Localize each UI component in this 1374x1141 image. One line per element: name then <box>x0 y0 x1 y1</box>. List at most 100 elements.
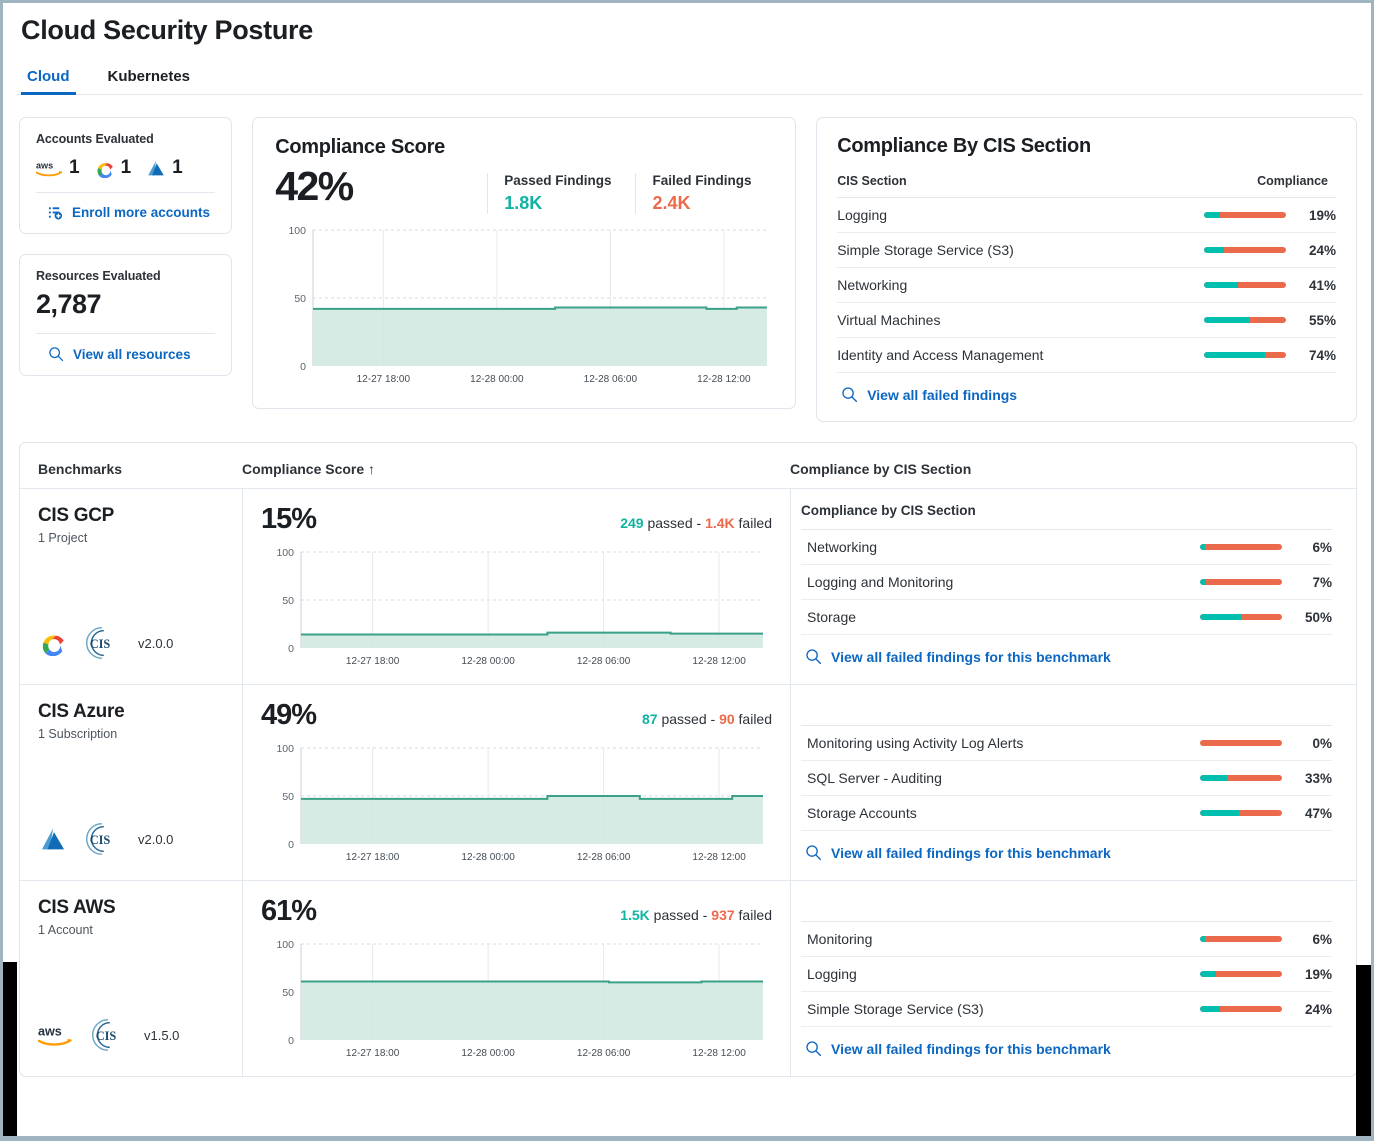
benchmark-section-compliance: 50% <box>1200 610 1332 625</box>
benchmark-score-line: 61%1.5K passed - 937 failed <box>243 895 790 928</box>
svg-text:50: 50 <box>295 293 307 305</box>
benchmark-view-failed-findings-link[interactable]: View all failed findings for this benchm… <box>801 1027 1332 1065</box>
failed-findings-value: 2.4K <box>652 193 751 214</box>
benchmark-section-percent: 33% <box>1294 771 1332 786</box>
compliance-bar <box>1204 352 1286 358</box>
enroll-more-accounts-label: Enroll more accounts <box>72 205 210 220</box>
view-all-resources-link[interactable]: View all resources <box>36 334 215 362</box>
cis-section-compliance: 19% <box>1204 208 1336 223</box>
view-all-failed-findings-link[interactable]: View all failed findings <box>837 373 1336 411</box>
cis-section-row[interactable]: Logging19% <box>837 198 1336 233</box>
svg-text:12-28 12:00: 12-28 12:00 <box>697 374 751 385</box>
benchmark-row[interactable]: CIS AWS 1 Account awsCISv1.5.0 61%1.5K pass… <box>20 881 1356 1076</box>
svg-text:12-28 00:00: 12-28 00:00 <box>461 656 515 667</box>
tab-bar: Cloud Kubernetes <box>17 68 1363 95</box>
compliance-column-header: Compliance <box>1257 174 1334 188</box>
summary-row: Accounts Evaluated aws 1 <box>17 117 1357 422</box>
benchmark-name: CIS Azure <box>38 701 242 723</box>
benchmark-section-row[interactable]: Simple Storage Service (S3)24% <box>801 992 1332 1027</box>
compliance-bar-fill <box>1200 1006 1220 1012</box>
benchmark-name: CIS AWS <box>38 897 242 919</box>
tab-cloud[interactable]: Cloud <box>21 68 76 94</box>
compliance-bar-fill <box>1204 352 1265 358</box>
page-title: Cloud Security Posture <box>17 3 1357 46</box>
cis-section-percent: 74% <box>1298 348 1336 363</box>
compliance-bar-fill <box>1200 614 1241 620</box>
benchmark-view-failed-findings-link[interactable]: View all failed findings for this benchm… <box>801 635 1332 673</box>
svg-text:12-27 18:00: 12-27 18:00 <box>357 374 411 385</box>
svg-text:aws: aws <box>38 1024 62 1038</box>
benchmark-section-row[interactable]: SQL Server - Auditing33% <box>801 761 1332 796</box>
cis-table-body: Logging19%Simple Storage Service (S3)24%… <box>837 198 1336 373</box>
resources-evaluated-value: 2,787 <box>36 289 215 320</box>
benchmark-section-name: Monitoring using Activity Log Alerts <box>801 735 1023 751</box>
benchmark-findings-counts: 1.5K passed - 937 failed <box>620 907 790 923</box>
svg-text:0: 0 <box>300 361 306 373</box>
benchmark-section-row[interactable]: Logging19% <box>801 957 1332 992</box>
cis-section-compliance: 74% <box>1204 348 1336 363</box>
svg-text:12-27 18:00: 12-27 18:00 <box>346 1048 400 1059</box>
benchmark-scope: 1 Project <box>38 531 242 545</box>
benchmark-chart: 05010012-27 18:0012-28 00:0012-28 06:001… <box>243 544 790 674</box>
cis-section-row[interactable]: Networking41% <box>837 268 1336 303</box>
svg-text:50: 50 <box>282 791 294 803</box>
benchmark-score-cell: 15%249 passed - 1.4K failed05010012-27 1… <box>242 489 790 684</box>
benchmark-section-row[interactable]: Monitoring6% <box>801 922 1332 957</box>
benchmark-row[interactable]: CIS GCP1 ProjectCISv2.0.015%249 passed -… <box>20 489 1356 685</box>
benchmarks-table-body: CIS GCP1 ProjectCISv2.0.015%249 passed -… <box>20 489 1356 1076</box>
cis-section-name: Simple Storage Service (S3) <box>837 242 1014 258</box>
accounts-evaluated-card: Accounts Evaluated aws 1 <box>19 117 232 234</box>
benchmark-section-compliance: 33% <box>1200 771 1332 786</box>
benchmark-section-row[interactable]: Monitoring using Activity Log Alerts0% <box>801 726 1332 761</box>
benchmark-section-row[interactable]: Storage Accounts 47% <box>801 796 1332 831</box>
benchmark-section-row[interactable]: Storage50% <box>801 600 1332 635</box>
benchmark-section-compliance: 7% <box>1200 575 1332 590</box>
svg-text:12-28 12:00: 12-28 12:00 <box>692 852 746 863</box>
benchmark-section-compliance: 6% <box>1200 540 1332 555</box>
compliance-bar-fill <box>1200 971 1216 977</box>
benchmark-section-name: Storage Accounts <box>801 805 917 821</box>
cis-section-row[interactable]: Simple Storage Service (S3)24% <box>837 233 1336 268</box>
cis-section-row[interactable]: Virtual Machines55% <box>837 303 1336 338</box>
cis-section-row[interactable]: Identity and Access Management74% <box>837 338 1336 373</box>
search-icon <box>805 648 822 665</box>
compliance-bar <box>1200 936 1282 942</box>
tab-kubernetes[interactable]: Kubernetes <box>102 68 197 94</box>
enroll-more-accounts-link[interactable]: Enroll more accounts <box>36 193 215 220</box>
search-icon <box>805 1040 822 1057</box>
benchmarks-table: Benchmarks Compliance Score ↑ Compliance… <box>19 442 1357 1077</box>
benchmark-section-compliance: 47% <box>1200 806 1332 821</box>
benchmark-row[interactable]: CIS Azure1 SubscriptionCISv2.0.049%87 pa… <box>20 685 1356 881</box>
benchmark-section-percent: 6% <box>1294 540 1332 555</box>
compliance-bar-fill <box>1200 775 1227 781</box>
cis-table-header: CIS Section Compliance <box>837 158 1336 198</box>
benchmark-sections-cell: Compliance by CIS SectionNetworking6%Log… <box>790 489 1356 684</box>
aws-count: 1 <box>69 157 80 179</box>
benchmark-scope: 1 Account <box>38 923 242 937</box>
benchmark-section-percent: 6% <box>1294 932 1332 947</box>
benchmark-view-failed-findings-link[interactable]: View all failed findings for this benchm… <box>801 831 1332 869</box>
view-all-resources-label: View all resources <box>73 347 191 362</box>
benchmark-area-chart: 05010012-27 18:0012-28 00:0012-28 06:001… <box>261 544 771 674</box>
compliance-score-column-header[interactable]: Compliance Score ↑ <box>242 461 790 477</box>
benchmark-section-row[interactable]: Networking6% <box>801 530 1332 565</box>
azure-icon <box>145 159 167 178</box>
provider-gcp: 1 <box>94 157 132 179</box>
benchmark-sections-cell: .Monitoring using Activity Log Alerts0%S… <box>790 685 1356 880</box>
benchmark-section-name: Logging and Monitoring <box>801 574 953 590</box>
benchmark-section-row[interactable]: Logging and Monitoring 7% <box>801 565 1332 600</box>
svg-text:12-28 00:00: 12-28 00:00 <box>470 374 524 385</box>
benchmark-score-line: 15%249 passed - 1.4K failed <box>243 503 790 536</box>
search-icon <box>48 346 64 362</box>
benchmark-sections-title: . <box>801 699 1332 726</box>
svg-text:12-28 06:00: 12-28 06:00 <box>577 656 631 667</box>
compliance-score-card: Compliance Score 42% Passed Findings 1.8… <box>252 117 796 409</box>
compliance-bar-fill <box>1204 317 1249 323</box>
cis-section-percent: 19% <box>1298 208 1336 223</box>
benchmark-passed-count: 249 <box>620 515 643 531</box>
benchmark-version: v1.5.0 <box>144 1028 179 1043</box>
svg-text:12-28 00:00: 12-28 00:00 <box>461 852 515 863</box>
compliance-score-chart: 05010012-27 18:0012-28 00:0012-28 06:001… <box>275 222 775 392</box>
benchmark-scope: 1 Subscription <box>38 727 242 741</box>
benchmark-logos: awsCISv1.5.0 <box>38 1016 179 1054</box>
